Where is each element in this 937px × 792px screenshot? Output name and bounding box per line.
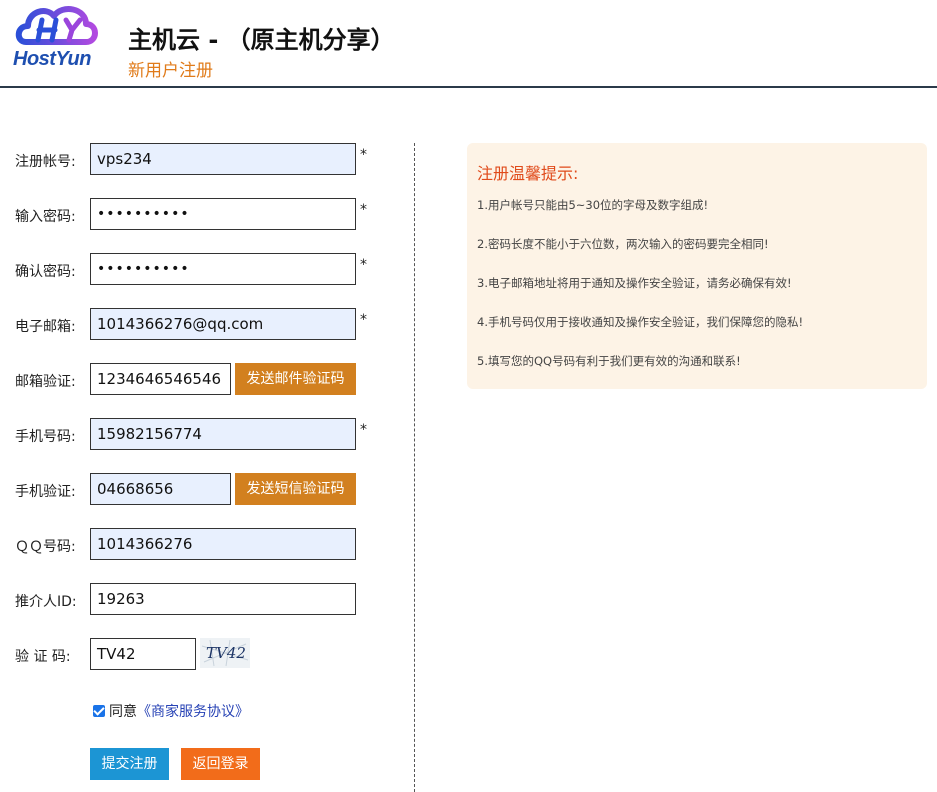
back-to-login-button[interactable]: 返回登录 <box>181 748 260 780</box>
tip-item: 4.手机号码仅用于接收通知及操作安全验证，我们保障您的隐私! <box>477 315 804 329</box>
required-mark: * <box>360 312 367 328</box>
required-mark: * <box>360 202 367 218</box>
phone-label: 手机号码: <box>15 429 76 445</box>
qq-input[interactable]: 1014366276 <box>90 528 356 560</box>
registration-tips-panel: 注册温馨提示: 1.用户帐号只能由5~30位的字母及数字组成! 2.密码长度不能… <box>467 143 927 389</box>
captcha-input[interactable]: TV42 <box>90 638 196 670</box>
required-mark: * <box>360 147 367 163</box>
submit-register-button[interactable]: 提交注册 <box>90 748 169 780</box>
email-verify-input[interactable]: 1234646546546 <box>90 363 231 395</box>
phone-verify-label: 手机验证: <box>15 484 76 500</box>
captcha-text: TV42 <box>206 644 246 662</box>
confirm-password-label: 确认密码: <box>15 264 76 280</box>
logo-text: HostYun <box>13 48 91 70</box>
confirm-password-input[interactable]: •••••••••• <box>90 253 356 285</box>
required-mark: * <box>360 422 367 438</box>
send-email-code-button[interactable]: 发送邮件验证码 <box>235 363 356 395</box>
column-divider <box>414 143 415 792</box>
tip-item: 3.电子邮箱地址将用于通知及操作安全验证，请务必确保有效! <box>477 276 792 290</box>
account-input[interactable]: vps234 <box>90 143 356 175</box>
page-title: 主机云 - （原主机分享） <box>128 26 395 54</box>
email-field[interactable]: 1014366276@qq.com <box>90 308 356 340</box>
password-input[interactable]: •••••••••• <box>90 198 356 230</box>
qq-label: ＱＱ号码: <box>15 539 76 555</box>
email-label: 电子邮箱: <box>15 319 76 335</box>
agree-row: 同意《商家服务协议》 <box>93 701 249 721</box>
required-mark: * <box>360 257 367 273</box>
page-subtitle: 新用户注册 <box>128 61 213 81</box>
tips-title: 注册温馨提示: <box>477 164 579 183</box>
send-sms-code-button[interactable]: 发送短信验证码 <box>235 473 356 505</box>
captcha-label: 验 证 码: <box>15 649 71 665</box>
agree-checkbox[interactable] <box>93 705 105 717</box>
site-header: HostYun 主机云 - （原主机分享） 新用户注册 <box>0 0 937 88</box>
tip-item: 5.填写您的QQ号码有利于我们更有效的沟通和联系! <box>477 354 741 368</box>
captcha-image[interactable]: TV42 <box>200 638 250 668</box>
referrer-input[interactable]: 19263 <box>90 583 356 615</box>
service-agreement-link[interactable]: 《商家服务协议》 <box>137 704 249 720</box>
email-verify-label: 邮箱验证: <box>15 374 76 390</box>
tip-item: 2.密码长度不能小于六位数，两次输入的密码要完全相同! <box>477 237 769 251</box>
phone-verify-input[interactable]: 04668656 <box>90 473 231 505</box>
password-label: 输入密码: <box>15 209 76 225</box>
phone-input[interactable]: 15982156774 <box>90 418 356 450</box>
tip-item: 1.用户帐号只能由5~30位的字母及数字组成! <box>477 198 709 212</box>
referrer-label: 推介人ID: <box>15 594 77 610</box>
agree-text: 同意 <box>109 704 137 720</box>
account-label: 注册帐号: <box>15 154 76 170</box>
